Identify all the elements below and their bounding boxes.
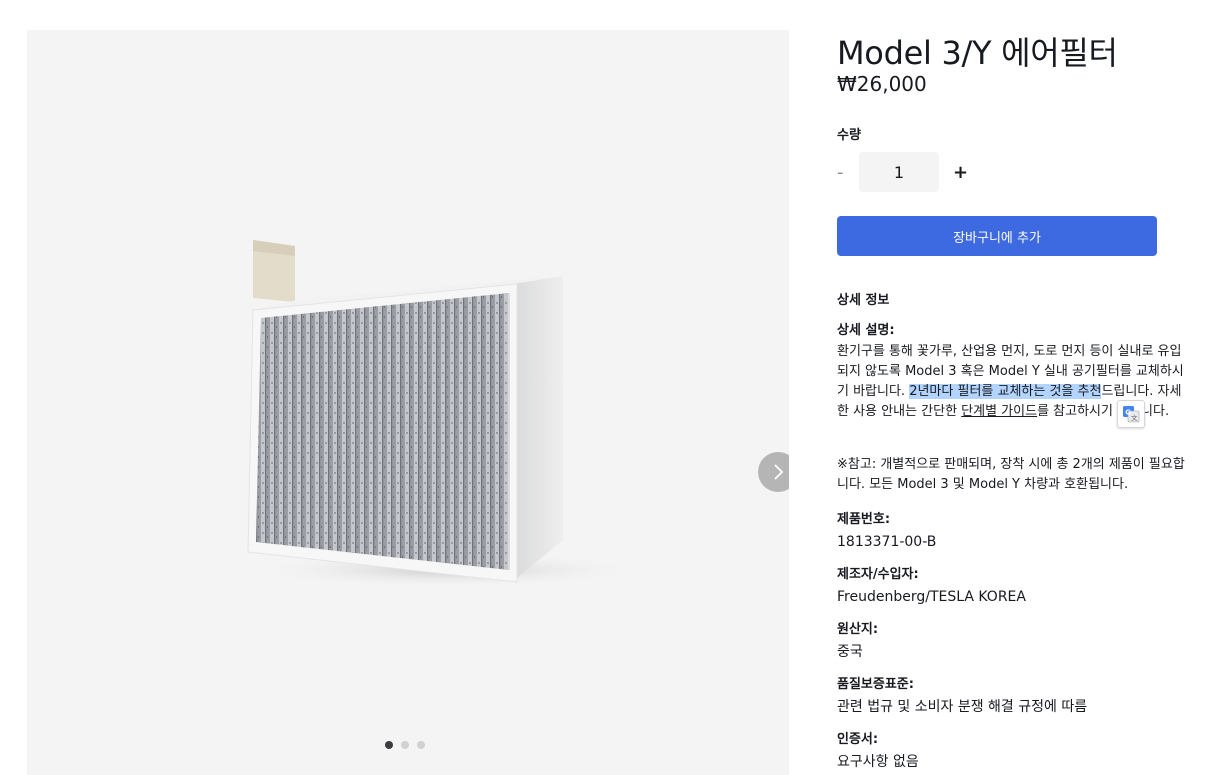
- spec-value: 1813371-00-B: [837, 534, 937, 550]
- spec-value: 요구사항 없음: [837, 754, 919, 770]
- compatibility-note: ※참고: 개별적으로 판매되며, 장착 시에 총 2개의 제품이 필요합니다. …: [837, 457, 1185, 492]
- spec-value: 중국: [837, 644, 863, 660]
- google-translate-icon: G 文: [1123, 406, 1140, 423]
- product-price: ₩26,000: [837, 72, 927, 96]
- gallery-dot-1[interactable]: [385, 741, 393, 749]
- chevron-right-icon: [774, 464, 784, 480]
- selected-text: 2년마다 필터를 교체하는 것을 추천: [909, 384, 1102, 399]
- spec-certification: 인증서: 요구사항 없음: [837, 731, 1193, 773]
- spec-part-number: 제품번호: 1813371-00-B: [837, 511, 1193, 553]
- spec-label: 원산지:: [837, 622, 879, 637]
- spec-label: 제조자/수입자:: [837, 567, 919, 582]
- description-label: 상세 설명:: [837, 323, 895, 338]
- translate-icon[interactable]: G 文: [1117, 400, 1145, 428]
- quantity-decrease-button[interactable]: -: [837, 162, 859, 183]
- quantity-increase-button[interactable]: +: [953, 162, 968, 183]
- step-guide-link[interactable]: 단계별 가이드: [961, 404, 1037, 419]
- gallery-pagination: [385, 741, 425, 749]
- product-title: Model 3/Y 에어필터: [837, 34, 1118, 72]
- quantity-input[interactable]: [859, 152, 939, 192]
- svg-text:文: 文: [1131, 413, 1138, 422]
- gallery-dot-3[interactable]: [417, 741, 425, 749]
- spec-label: 품질보증표준:: [837, 677, 914, 692]
- spec-value: Freudenberg/TESLA KOREA: [837, 589, 1026, 605]
- spec-manufacturer: 제조자/수입자: Freudenberg/TESLA KOREA: [837, 566, 1193, 608]
- details-section-title: 상세 정보: [837, 293, 890, 308]
- product-gallery[interactable]: [27, 30, 789, 775]
- cabin-air-filter-image: [247, 240, 647, 588]
- spec-origin: 원산지: 중국: [837, 621, 1193, 663]
- description-block: 상세 설명: 환기구를 통해 꽃가루, 산업용 먼지, 도로 먼지 등이 실내로…: [837, 321, 1193, 428]
- quantity-stepper: - +: [837, 152, 968, 192]
- spec-value: 관련 법규 및 소비자 분쟁 해결 규정에 따름: [837, 699, 1088, 715]
- product-page: Model 3/Y 에어필터 ₩26,000 수량 - + 장바구니에 추가 상…: [0, 0, 1224, 775]
- add-to-cart-button[interactable]: 장바구니에 추가: [837, 216, 1157, 256]
- gallery-dot-2[interactable]: [401, 741, 409, 749]
- quantity-label: 수량: [837, 128, 861, 143]
- spec-label: 인증서:: [837, 732, 879, 747]
- description-text-part: 를 참고하시기 바랍니다.: [1037, 404, 1170, 419]
- spec-quality-standard: 품질보증표준: 관련 법규 및 소비자 분쟁 해결 규정에 따름: [837, 676, 1193, 718]
- spec-label: 제품번호:: [837, 512, 891, 527]
